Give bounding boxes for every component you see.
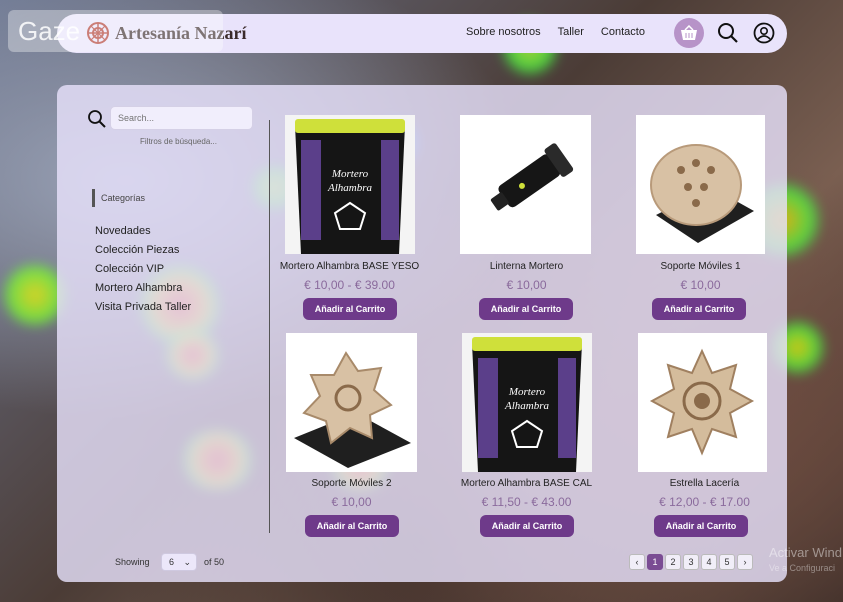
flashlight-image — [460, 115, 591, 254]
per-page-value: 6 — [169, 557, 175, 567]
nav-link-contact[interactable]: Contacto — [601, 26, 645, 38]
product-card: Estrella Lacería € 12,00 - € 17.00 Añadi… — [627, 333, 782, 543]
per-page-select[interactable]: 6 ⌄ — [161, 553, 197, 571]
svg-text:Mortero: Mortero — [508, 386, 546, 398]
add-to-cart-button[interactable]: Añadir al Carrito — [305, 515, 399, 537]
phone-stand-star-image — [286, 333, 417, 472]
svg-text:Alhambra: Alhambra — [327, 182, 373, 194]
category-item-novedades[interactable]: Novedades — [95, 224, 191, 243]
page-button-1[interactable]: 1 — [647, 554, 663, 570]
product-image[interactable]: Mortero Alhambra — [285, 115, 415, 254]
add-to-cart-button[interactable]: Añadir al Carrito — [479, 298, 573, 320]
search-icon[interactable] — [717, 22, 739, 44]
page-button-5[interactable]: 5 — [719, 554, 735, 570]
product-image[interactable] — [636, 115, 765, 254]
category-item-mortero-alhambra[interactable]: Mortero Alhambra — [95, 281, 191, 300]
add-to-cart-button[interactable]: Añadir al Carrito — [303, 298, 397, 320]
user-circle-icon[interactable] — [753, 22, 775, 44]
product-card: Mortero Alhambra Mortero Alhambra BASE C… — [449, 333, 604, 543]
cart-button[interactable] — [674, 18, 704, 48]
add-to-cart-button[interactable]: Añadir al Carrito — [480, 515, 574, 537]
category-list: Novedades Colección Piezas Colección VIP… — [95, 224, 191, 319]
product-name[interactable]: Soporte Móviles 2 — [274, 478, 429, 489]
category-item-visita-privada[interactable]: Visita Privada Taller — [95, 300, 191, 319]
phone-stand-round-image — [636, 115, 765, 254]
windows-activation-watermark: Activar Wind — [769, 545, 842, 560]
pagination: ‹ 1 2 3 4 5 › — [629, 554, 753, 570]
nav-link-workshop[interactable]: Taller — [558, 26, 584, 38]
basket-icon — [681, 25, 697, 40]
product-name[interactable]: Linterna Mortero — [449, 261, 604, 272]
category-item-coleccion-piezas[interactable]: Colección Piezas — [95, 243, 191, 262]
product-price: € 12,00 - € 17.00 — [659, 495, 750, 509]
search-input[interactable] — [110, 106, 253, 130]
main-nav: Sobre nosotros Taller Contacto — [466, 26, 645, 38]
categories-heading: Categorías — [92, 189, 145, 207]
page-button-2[interactable]: 2 — [665, 554, 681, 570]
add-to-cart-button[interactable]: Añadir al Carrito — [652, 298, 746, 320]
add-to-cart-button[interactable]: Añadir al Carrito — [654, 515, 748, 537]
mortar-bucket-image: Mortero Alhambra — [285, 115, 415, 254]
next-page-button[interactable]: › — [737, 554, 753, 570]
product-image[interactable]: Mortero Alhambra — [462, 333, 592, 472]
product-image[interactable] — [286, 333, 417, 472]
prev-page-button[interactable]: ‹ — [629, 554, 645, 570]
gaze-overlay-label: Gaze — [8, 10, 223, 52]
product-card: Soporte Móviles 2 € 10,00 Añadir al Carr… — [274, 333, 429, 543]
gaze-label: Gaze — [18, 16, 81, 46]
product-card: Mortero Alhambra Mortero Alhambra BASE Y… — [272, 115, 427, 325]
nav-link-about[interactable]: Sobre nosotros — [466, 26, 541, 38]
filters-link[interactable]: Filtros de búsqueda... — [140, 137, 217, 146]
product-price: € 10,00 — [680, 278, 721, 292]
showing-label: Showing — [115, 557, 150, 567]
product-price: € 10,00 — [331, 495, 372, 509]
product-name[interactable]: Estrella Lacería — [627, 478, 782, 489]
sidebar-divider — [269, 120, 270, 533]
product-card: Soporte Móviles 1 € 10,00 Añadir al Carr… — [623, 115, 778, 325]
chevron-down-icon: ⌄ — [183, 557, 191, 567]
product-image[interactable] — [638, 333, 767, 472]
total-count-label: of 50 — [204, 557, 225, 567]
star-lattice-image — [638, 333, 767, 472]
product-price: € 10,00 - € 39.00 — [304, 278, 395, 292]
mortar-bucket-image: Mortero Alhambra — [462, 333, 592, 472]
page-button-4[interactable]: 4 — [701, 554, 717, 570]
windows-activation-subtext: Ve a Configuraci — [769, 563, 836, 573]
category-item-coleccion-vip[interactable]: Colección VIP — [95, 262, 191, 281]
page-button-3[interactable]: 3 — [683, 554, 699, 570]
product-image[interactable] — [460, 115, 591, 254]
product-price: € 11,50 - € 43.00 — [481, 495, 572, 509]
svg-text:Mortero: Mortero — [331, 168, 369, 180]
shop-panel: Filtros de búsqueda... Categorías Noveda… — [57, 85, 787, 582]
search-icon — [88, 110, 106, 128]
product-name[interactable]: Mortero Alhambra BASE YESO — [272, 261, 427, 272]
product-price: € 10,00 — [506, 278, 547, 292]
product-name[interactable]: Soporte Móviles 1 — [623, 261, 778, 272]
svg-text:Alhambra: Alhambra — [504, 400, 550, 412]
product-card: Linterna Mortero € 10,00 Añadir al Carri… — [449, 115, 604, 325]
product-name[interactable]: Mortero Alhambra BASE CAL — [449, 478, 604, 489]
